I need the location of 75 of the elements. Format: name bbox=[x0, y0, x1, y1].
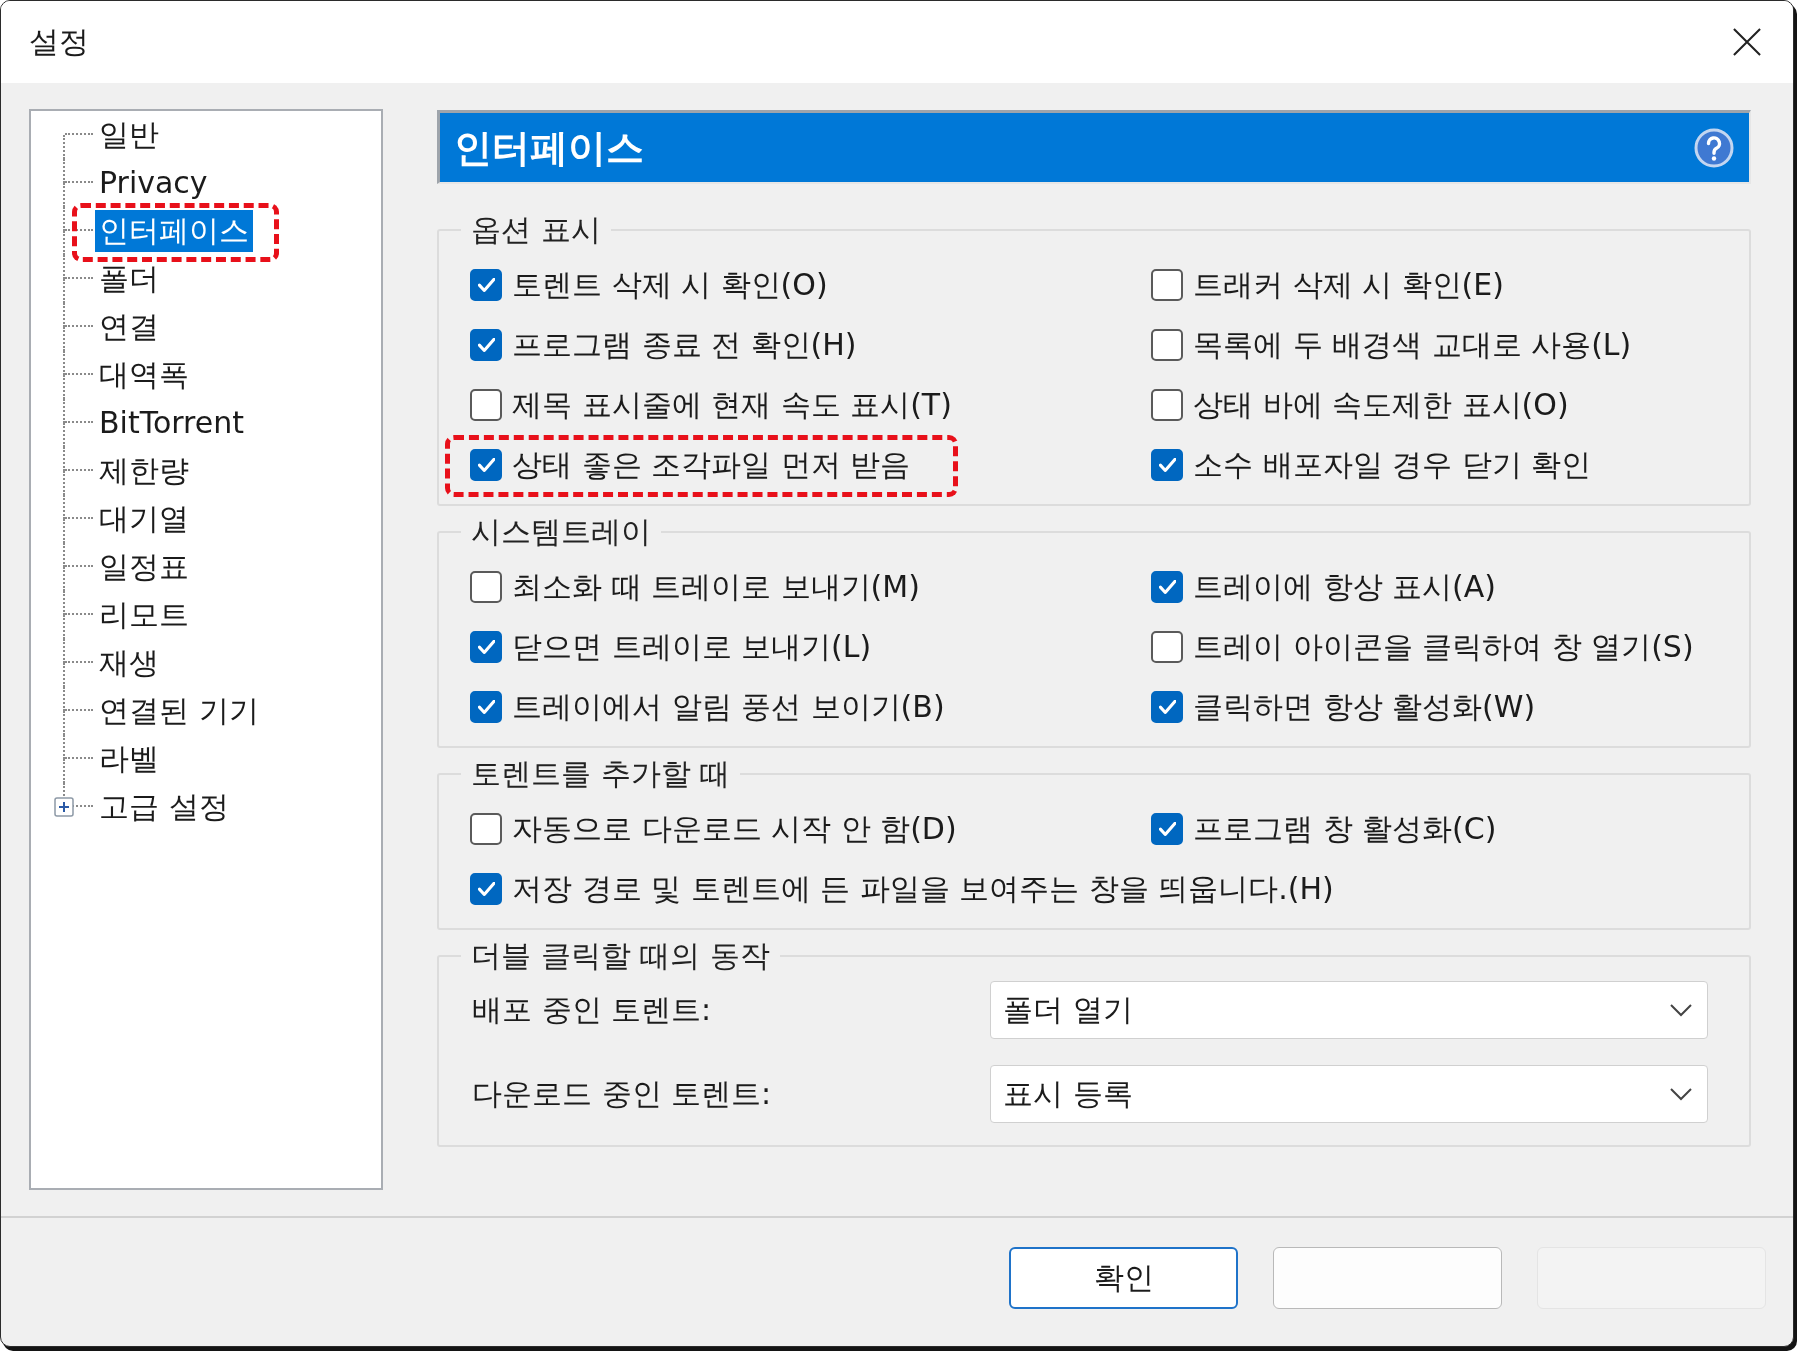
checkbox-label[interactable]: 목록에 두 배경색 교대로 사용(L) bbox=[1193, 326, 1632, 364]
checkbox[interactable] bbox=[1151, 813, 1183, 845]
checkbox-label[interactable]: 트레이 아이콘을 클릭하여 창 열기(S) bbox=[1193, 628, 1694, 666]
tree-item[interactable]: BitTorrent bbox=[95, 402, 248, 444]
checkbox[interactable] bbox=[1151, 269, 1183, 301]
checkbox-label[interactable]: 상태 좋은 조각파일 먼저 받음 bbox=[512, 446, 911, 484]
checkbox-label[interactable]: 자동으로 다운로드 시작 안 함(D) bbox=[512, 810, 957, 848]
tree-item[interactable]: 일정표 bbox=[95, 546, 193, 588]
tree-item[interactable]: 연결된 기기 bbox=[95, 690, 263, 732]
check-icon bbox=[477, 700, 495, 714]
check-icon bbox=[1158, 822, 1176, 836]
plus-icon[interactable] bbox=[54, 797, 74, 817]
checkbox[interactable] bbox=[470, 873, 502, 905]
checkbox[interactable] bbox=[1151, 329, 1183, 361]
checkbox-label[interactable]: 클릭하면 항상 활성화(W) bbox=[1193, 688, 1536, 726]
group-title: 토렌트를 추가할 때 bbox=[470, 756, 732, 792]
checkbox-label[interactable]: 트레이에 항상 표시(A) bbox=[1193, 568, 1496, 606]
dropdown[interactable]: 표시 등록 bbox=[990, 1065, 1708, 1123]
checkbox[interactable] bbox=[470, 631, 502, 663]
checkbox[interactable] bbox=[470, 269, 502, 301]
checkbox[interactable] bbox=[470, 449, 502, 481]
checkbox-label[interactable]: 프로그램 종료 전 확인(H) bbox=[512, 326, 857, 364]
field-label: 배포 중인 토렌트: bbox=[472, 991, 713, 1029]
check-icon bbox=[1158, 458, 1176, 472]
tree-item[interactable]: 인터페이스 bbox=[95, 210, 253, 252]
help-icon[interactable] bbox=[1694, 127, 1734, 168]
checkbox-label[interactable]: 닫으면 트레이로 보내기(L) bbox=[512, 628, 872, 666]
checkbox[interactable] bbox=[470, 571, 502, 603]
tree-item[interactable]: 대역폭 bbox=[95, 354, 193, 396]
checkbox-label[interactable]: 저장 경로 및 토렌트에 든 파일을 보여주는 창을 띄웁니다.(H) bbox=[512, 870, 1334, 908]
window-title: 설정 bbox=[29, 23, 89, 61]
group-title: 시스템트레이 bbox=[470, 514, 652, 550]
check-icon bbox=[477, 640, 495, 654]
checkbox-label[interactable]: 트래커 삭제 시 확인(E) bbox=[1193, 266, 1504, 304]
checkbox[interactable] bbox=[470, 691, 502, 723]
checkbox-label[interactable]: 상태 바에 속도제한 표시(O) bbox=[1193, 386, 1569, 424]
chevron-down-icon bbox=[1669, 1087, 1693, 1101]
tree-item[interactable]: 일반 bbox=[95, 114, 163, 156]
checkbox[interactable] bbox=[1151, 691, 1183, 723]
checkbox[interactable] bbox=[1151, 631, 1183, 663]
group-title: 옵션 표시 bbox=[470, 212, 602, 248]
checkbox[interactable] bbox=[470, 389, 502, 421]
checkbox-label[interactable]: 트레이에서 알림 풍선 보이기(B) bbox=[512, 688, 945, 726]
check-icon bbox=[477, 338, 495, 352]
tree-item[interactable]: 고급 설정 bbox=[95, 786, 233, 828]
checkbox-label[interactable]: 프로그램 창 활성화(C) bbox=[1193, 810, 1497, 848]
tree-item[interactable]: Privacy bbox=[95, 162, 212, 204]
group-title: 더블 클릭할 때의 동작 bbox=[470, 938, 771, 974]
tree-item[interactable]: 리모트 bbox=[95, 594, 193, 636]
checkbox-label[interactable]: 소수 배포자일 경우 닫기 확인 bbox=[1193, 446, 1592, 484]
tree-item[interactable]: 제한량 bbox=[95, 450, 193, 492]
tree-item[interactable]: 라벨 bbox=[95, 738, 163, 780]
check-icon bbox=[1158, 700, 1176, 714]
checkbox[interactable] bbox=[470, 813, 502, 845]
checkbox-label[interactable]: 토렌트 삭제 시 확인(O) bbox=[512, 266, 828, 304]
close-icon bbox=[1733, 28, 1761, 56]
tree-item[interactable]: 재생 bbox=[95, 642, 163, 684]
checkbox[interactable] bbox=[470, 329, 502, 361]
field-label: 다운로드 중인 토렌트: bbox=[472, 1075, 773, 1113]
checkbox[interactable] bbox=[1151, 389, 1183, 421]
checkbox[interactable] bbox=[1151, 449, 1183, 481]
dropdown[interactable]: 폴더 열기 bbox=[990, 981, 1708, 1039]
dialog-button[interactable]: 확인 bbox=[1009, 1247, 1238, 1309]
checkbox-label[interactable]: 최소화 때 트레이로 보내기(M) bbox=[512, 568, 920, 606]
tree-item[interactable]: 대기열 bbox=[95, 498, 193, 540]
checkbox-label[interactable]: 제목 표시줄에 현재 속도 표시(T) bbox=[512, 386, 952, 424]
checkbox[interactable] bbox=[1151, 571, 1183, 603]
chevron-down-icon bbox=[1669, 1003, 1693, 1017]
page-title: 인터페이스 bbox=[454, 124, 644, 171]
check-icon bbox=[477, 458, 495, 472]
tree-item[interactable]: 연결 bbox=[95, 306, 163, 348]
tree-item[interactable]: 폴더 bbox=[95, 258, 163, 300]
check-icon bbox=[1158, 580, 1176, 594]
check-icon bbox=[477, 278, 495, 292]
check-icon bbox=[477, 882, 495, 896]
